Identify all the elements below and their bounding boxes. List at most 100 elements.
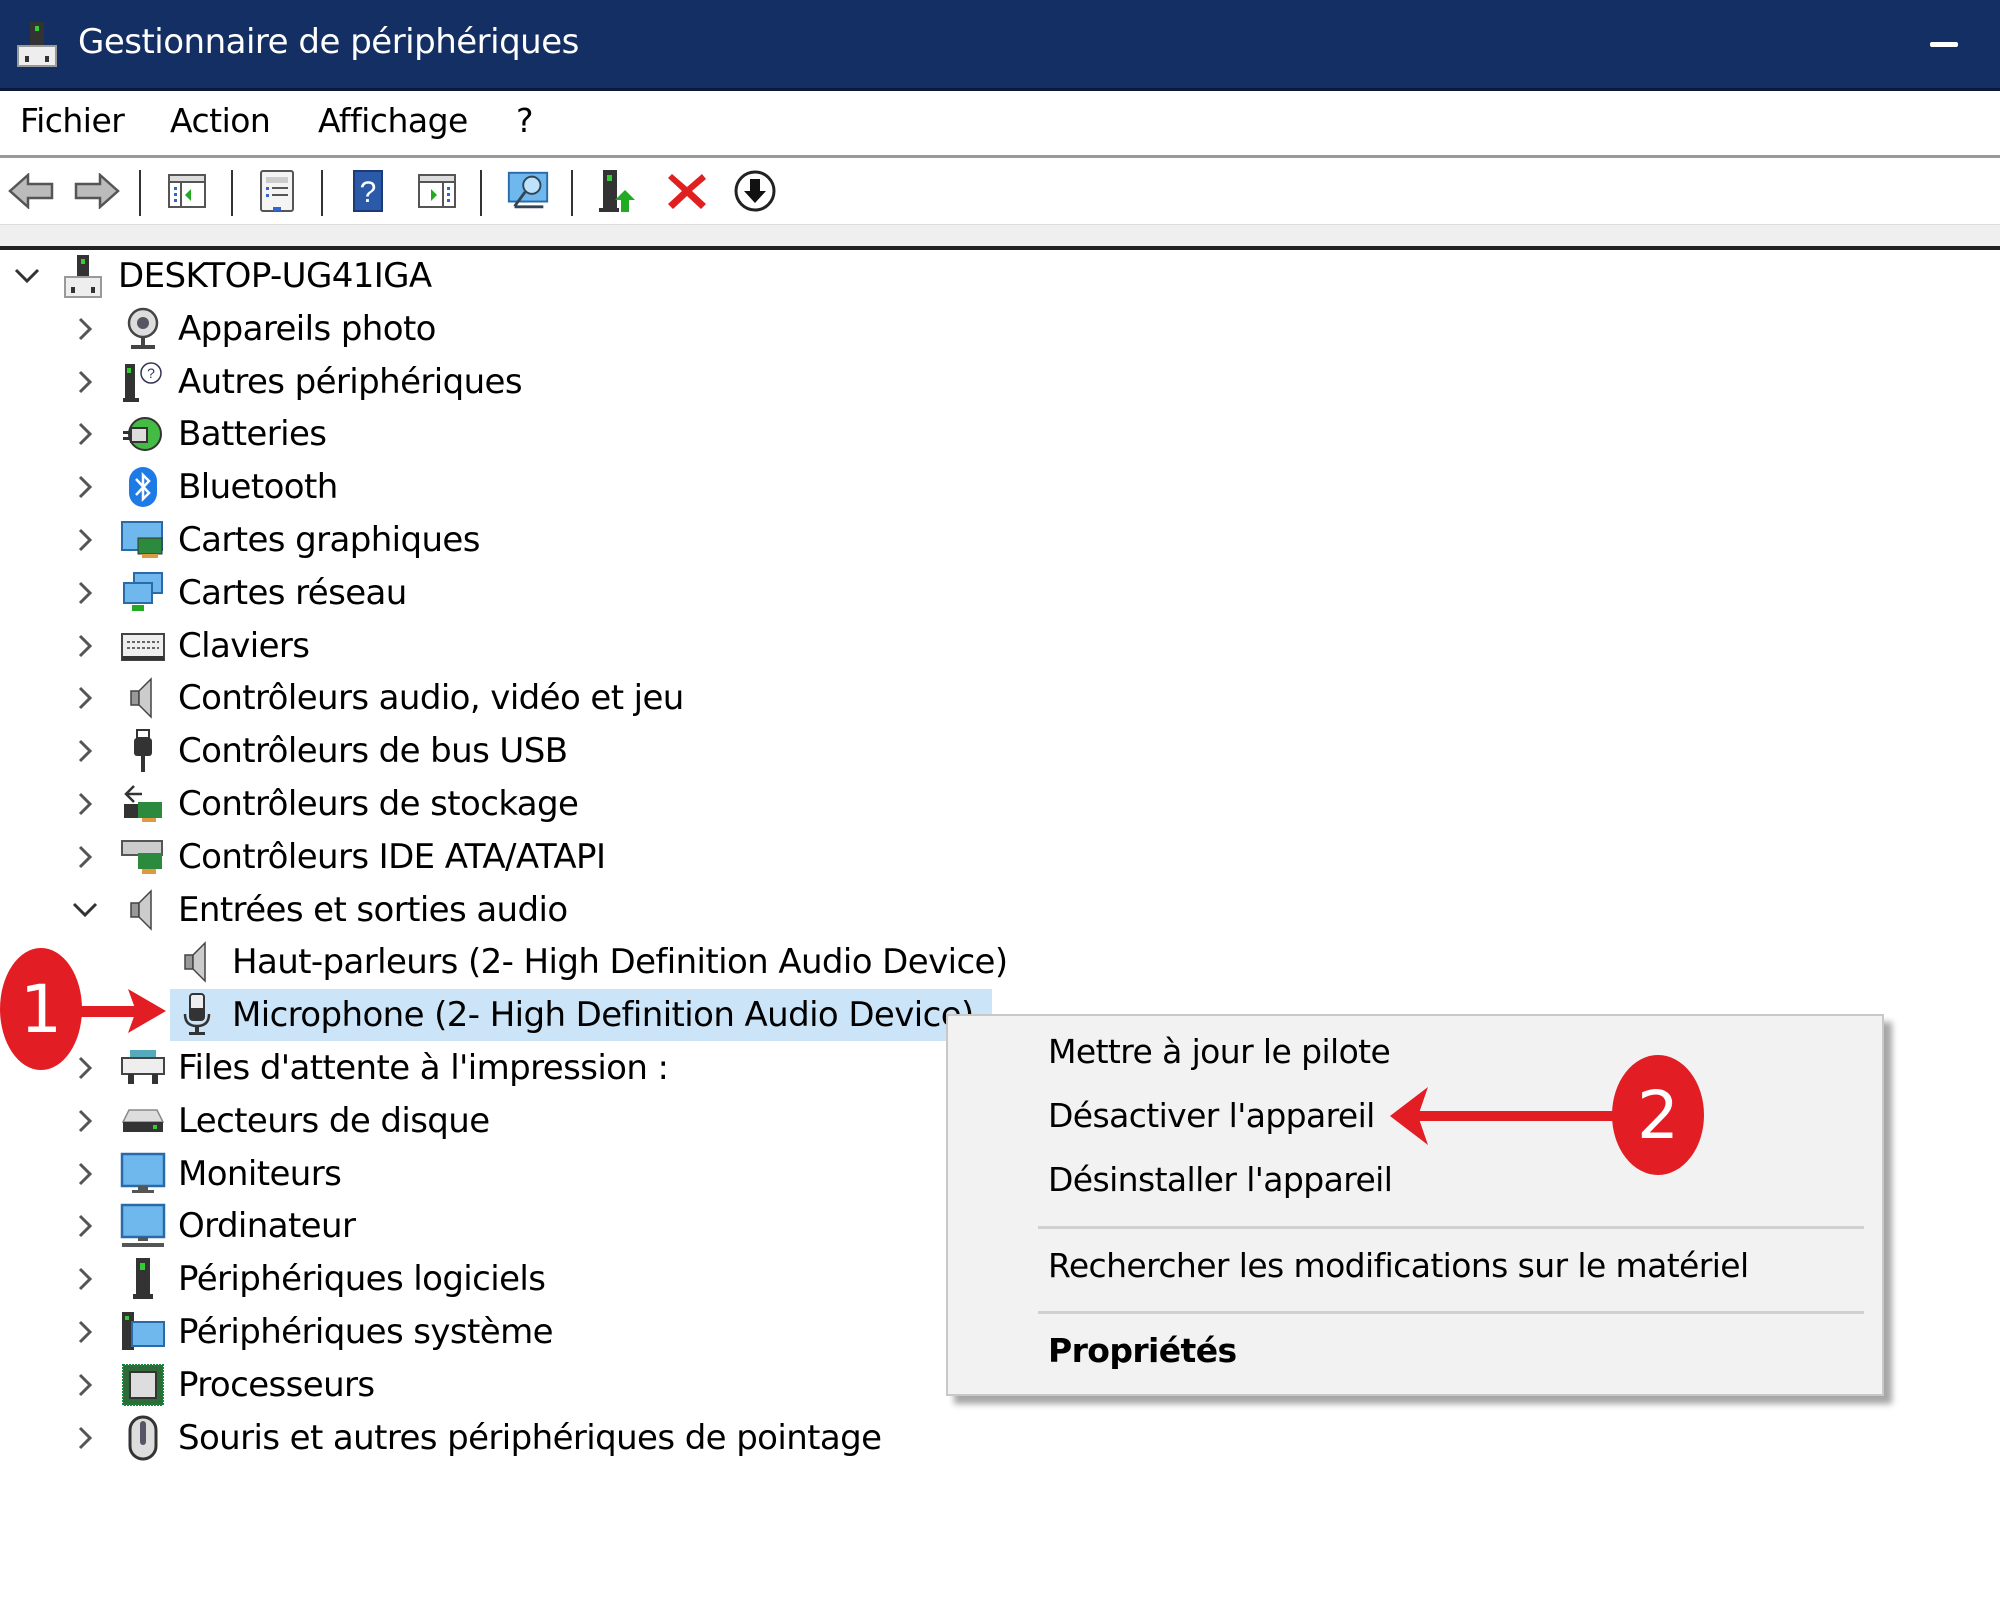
tree-item-label: Périphériques logiciels bbox=[178, 1259, 546, 1300]
tree-item-label: Bluetooth bbox=[178, 467, 338, 508]
tree-item-selected[interactable]: Microphone (2- High Definition Audio Dev… bbox=[170, 989, 992, 1042]
uninstall-device-icon[interactable] bbox=[664, 168, 710, 214]
annotation-arrow-1 bbox=[78, 989, 166, 1033]
menu-affichage[interactable]: Affichage bbox=[318, 101, 468, 140]
tree-item[interactable]: Périphériques système bbox=[70, 1306, 554, 1358]
back-icon[interactable] bbox=[8, 168, 54, 214]
speaker-icon bbox=[174, 939, 220, 985]
tree-item-label: Appareils photo bbox=[178, 308, 436, 349]
tree-item-label: Haut-parleurs (2- High Definition Audio … bbox=[232, 942, 1008, 983]
menu-fichier[interactable]: Fichier bbox=[20, 101, 125, 140]
chevron-right-icon[interactable] bbox=[70, 367, 100, 397]
chevron-down-icon[interactable] bbox=[12, 261, 42, 291]
tree-item[interactable]: Contrôleurs audio, vidéo et jeu bbox=[70, 672, 684, 724]
forward-icon[interactable] bbox=[74, 168, 120, 214]
tree-item[interactable]: Cartes réseau bbox=[70, 567, 407, 619]
title-bar: Gestionnaire de périphériques bbox=[0, 0, 2000, 91]
usb-icon bbox=[120, 728, 166, 774]
tree-item-label: Contrôleurs IDE ATA/ATAPI bbox=[178, 836, 606, 877]
menu-action[interactable]: Action bbox=[170, 101, 271, 140]
tree-root[interactable]: DESKTOP-UG41IGA bbox=[12, 250, 432, 302]
tree-item[interactable]: Souris et autres périphériques de pointa… bbox=[70, 1412, 882, 1464]
tree-item[interactable]: Moniteurs bbox=[70, 1148, 342, 1200]
tree-item-label: Périphériques système bbox=[178, 1312, 554, 1352]
tree-item[interactable]: Contrôleurs de bus USB bbox=[70, 725, 568, 777]
menu-item-uninstall-device[interactable]: Désinstaller l'appareil bbox=[1048, 1160, 1393, 1199]
tree-item[interactable]: Batteries bbox=[70, 408, 327, 460]
help-icon[interactable]: ? bbox=[345, 168, 391, 214]
tree-root-label: DESKTOP-UG41IGA bbox=[118, 256, 432, 296]
menu-item-scan-hardware[interactable]: Rechercher les modifications sur le maté… bbox=[1048, 1246, 1749, 1285]
svg-text:?: ? bbox=[147, 365, 155, 381]
toolbar-separator bbox=[139, 170, 141, 216]
tree-item[interactable]: Cartes graphiques bbox=[70, 514, 480, 566]
bluetooth-icon bbox=[120, 464, 166, 510]
chevron-right-icon[interactable] bbox=[70, 1106, 100, 1136]
chevron-right-icon[interactable] bbox=[70, 1053, 100, 1083]
menu-help[interactable]: ? bbox=[516, 101, 534, 140]
tree-item[interactable]: Périphériques logiciels bbox=[70, 1253, 546, 1305]
tree-item[interactable]: Files d'attente à l'impression : bbox=[70, 1042, 669, 1094]
annotation-badge-2: 2 bbox=[1612, 1055, 1704, 1175]
toolbar-separator bbox=[231, 170, 233, 216]
chevron-right-icon[interactable] bbox=[70, 1211, 100, 1241]
chevron-right-icon[interactable] bbox=[70, 1423, 100, 1453]
tree-item[interactable]: Ordinateur bbox=[70, 1200, 356, 1252]
scan-hardware-icon[interactable] bbox=[505, 168, 551, 214]
other-devices-icon: ? bbox=[120, 359, 166, 405]
toolbar-separator bbox=[571, 170, 573, 216]
tree-item-label: Ordinateur bbox=[178, 1206, 356, 1247]
chevron-right-icon[interactable] bbox=[70, 1264, 100, 1294]
speaker-icon bbox=[120, 887, 166, 933]
toolbar-band bbox=[0, 224, 2000, 247]
chevron-right-icon[interactable] bbox=[70, 578, 100, 608]
monitor-icon bbox=[120, 1151, 166, 1197]
tree-item[interactable]: Claviers bbox=[70, 620, 310, 672]
speaker-icon bbox=[120, 675, 166, 721]
tree-item-label: Lecteurs de disque bbox=[178, 1100, 490, 1141]
chevron-right-icon[interactable] bbox=[70, 842, 100, 872]
ide-controller-icon bbox=[120, 834, 166, 880]
chevron-right-icon[interactable] bbox=[70, 419, 100, 449]
computer-root-icon bbox=[60, 253, 106, 299]
tree-item[interactable]: Entrées et sorties audio bbox=[70, 884, 568, 936]
computer-icon bbox=[120, 1203, 166, 1249]
chevron-right-icon[interactable] bbox=[70, 683, 100, 713]
tree-item[interactable]: Appareils photo bbox=[70, 303, 436, 355]
update-driver-icon[interactable] bbox=[594, 168, 640, 214]
minimize-icon[interactable] bbox=[1930, 42, 1958, 47]
chevron-down-icon[interactable] bbox=[70, 895, 100, 925]
menu-item-properties[interactable]: Propriétés bbox=[1048, 1331, 1237, 1370]
chevron-right-icon[interactable] bbox=[70, 525, 100, 555]
toolbar-separator bbox=[321, 170, 323, 216]
show-hide-console-tree-icon[interactable] bbox=[164, 168, 210, 214]
keyboard-icon bbox=[120, 623, 166, 669]
chevron-right-icon[interactable] bbox=[70, 1317, 100, 1347]
properties-icon[interactable] bbox=[254, 168, 300, 214]
tree-item-label: Processeurs bbox=[178, 1364, 375, 1405]
tree-item[interactable]: Contrôleurs de stockage bbox=[70, 778, 579, 830]
chevron-right-icon[interactable] bbox=[70, 472, 100, 502]
chevron-right-icon[interactable] bbox=[70, 1370, 100, 1400]
menu-item-disable-device[interactable]: Désactiver l'appareil bbox=[1048, 1096, 1375, 1135]
chevron-right-icon[interactable] bbox=[70, 314, 100, 344]
tree-item-label: Souris et autres périphériques de pointa… bbox=[178, 1417, 882, 1458]
chevron-right-icon[interactable] bbox=[70, 631, 100, 661]
tree-item[interactable]: ? Autres périphériques bbox=[70, 356, 523, 408]
menu-item-update-driver[interactable]: Mettre à jour le pilote bbox=[1048, 1032, 1391, 1071]
tree-item-label: Moniteurs bbox=[178, 1153, 342, 1194]
chevron-right-icon[interactable] bbox=[70, 789, 100, 819]
chevron-right-icon[interactable] bbox=[70, 1159, 100, 1189]
tree-item-label: Contrôleurs de bus USB bbox=[178, 731, 568, 772]
tree-item[interactable]: Haut-parleurs (2- High Definition Audio … bbox=[170, 936, 1008, 988]
microphone-icon bbox=[174, 992, 220, 1038]
tree-item[interactable]: Bluetooth bbox=[70, 461, 338, 513]
tree-item[interactable]: Contrôleurs IDE ATA/ATAPI bbox=[70, 831, 606, 883]
chevron-right-icon[interactable] bbox=[70, 736, 100, 766]
show-hide-action-pane-icon[interactable] bbox=[414, 168, 460, 214]
tree-item[interactable]: Processeurs bbox=[70, 1359, 375, 1411]
tree-item-label: Claviers bbox=[178, 625, 310, 666]
tree-item[interactable]: Lecteurs de disque bbox=[70, 1095, 490, 1147]
disable-device-icon[interactable] bbox=[732, 168, 778, 214]
printer-icon bbox=[120, 1045, 166, 1091]
